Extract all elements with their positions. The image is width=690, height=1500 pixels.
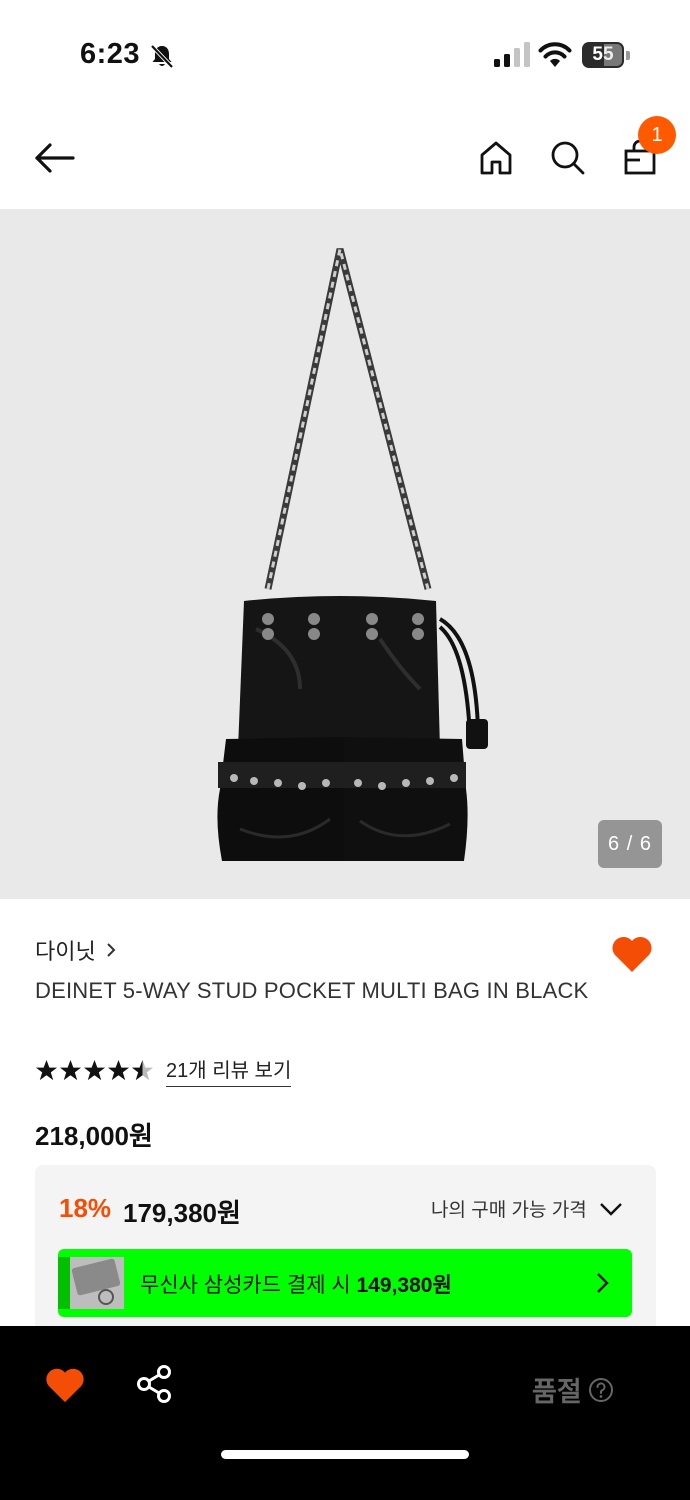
- heart-icon[interactable]: [44, 1364, 86, 1406]
- card-offer-prefix: 무신사 삼성카드 결제 시: [140, 1274, 357, 1297]
- search-icon: [551, 141, 585, 175]
- home-icon: [480, 141, 512, 175]
- rating-stars: [35, 1059, 154, 1082]
- chevron-right-icon: [107, 943, 116, 957]
- image-counter: 6 / 6: [598, 820, 662, 868]
- home-indicator: [221, 1450, 469, 1459]
- cart-count-badge: 1: [638, 116, 676, 154]
- discount-rate: 18%: [59, 1193, 112, 1223]
- soldout-status: 품절: [532, 1370, 614, 1409]
- home-button[interactable]: [468, 130, 524, 186]
- help-icon[interactable]: [588, 1377, 614, 1403]
- bottom-action-bar: 품절: [0, 1326, 690, 1500]
- card-offer-text: 무신사 삼성카드 결제 시 149,380원: [140, 1269, 452, 1299]
- status-time: 6:23: [80, 38, 141, 70]
- sale-price: 179,380원: [123, 1198, 241, 1228]
- review-link[interactable]: 21개 리뷰 보기: [166, 1054, 292, 1087]
- product-name: DEINET 5-WAY STUD POCKET MULTI BAG IN BL…: [35, 978, 589, 1003]
- wishlist-button[interactable]: [606, 928, 658, 980]
- star-half-icon: [131, 1059, 154, 1081]
- heart-icon: [612, 936, 652, 972]
- star-icon: [107, 1059, 130, 1081]
- status-bar: 6:23 55: [0, 0, 690, 110]
- my-price-toggle[interactable]: 나의 구매 가능 가격: [431, 1195, 623, 1222]
- battery-icon: 55: [582, 42, 630, 68]
- product-image[interactable]: [0, 209, 690, 899]
- bell-off-icon: [150, 44, 174, 69]
- card-thumbnail-icon: [58, 1257, 124, 1309]
- star-icon: [35, 1059, 58, 1081]
- card-offer-banner[interactable]: 무신사 삼성카드 결제 시 149,380원: [58, 1249, 632, 1317]
- search-button[interactable]: [540, 130, 596, 186]
- signal-icon: [494, 42, 530, 67]
- card-offer-price: 149,380원: [356, 1274, 452, 1297]
- star-icon: [83, 1059, 106, 1081]
- bag-illustration: [217, 248, 488, 861]
- top-nav-bar: [0, 110, 690, 208]
- brand-link[interactable]: 다이닛: [35, 934, 116, 966]
- back-arrow-icon: [35, 143, 75, 173]
- rating-row: 21개 리뷰 보기: [35, 1054, 292, 1087]
- back-button[interactable]: [26, 130, 82, 186]
- chevron-down-icon: [599, 1202, 622, 1216]
- my-price-label: 나의 구매 가능 가격: [431, 1200, 587, 1221]
- original-price: 218,000원: [35, 1121, 153, 1151]
- chevron-right-icon: [597, 1273, 609, 1293]
- star-icon: [59, 1059, 82, 1081]
- share-icon[interactable]: [134, 1364, 174, 1404]
- brand-name: 다이닛: [35, 939, 96, 964]
- price-box: 18% 179,380원 나의 구매 가능 가격 무신사 삼성카드 결제 시 1…: [35, 1165, 656, 1340]
- soldout-label: 품절: [532, 1377, 582, 1407]
- wifi-icon: [538, 42, 572, 67]
